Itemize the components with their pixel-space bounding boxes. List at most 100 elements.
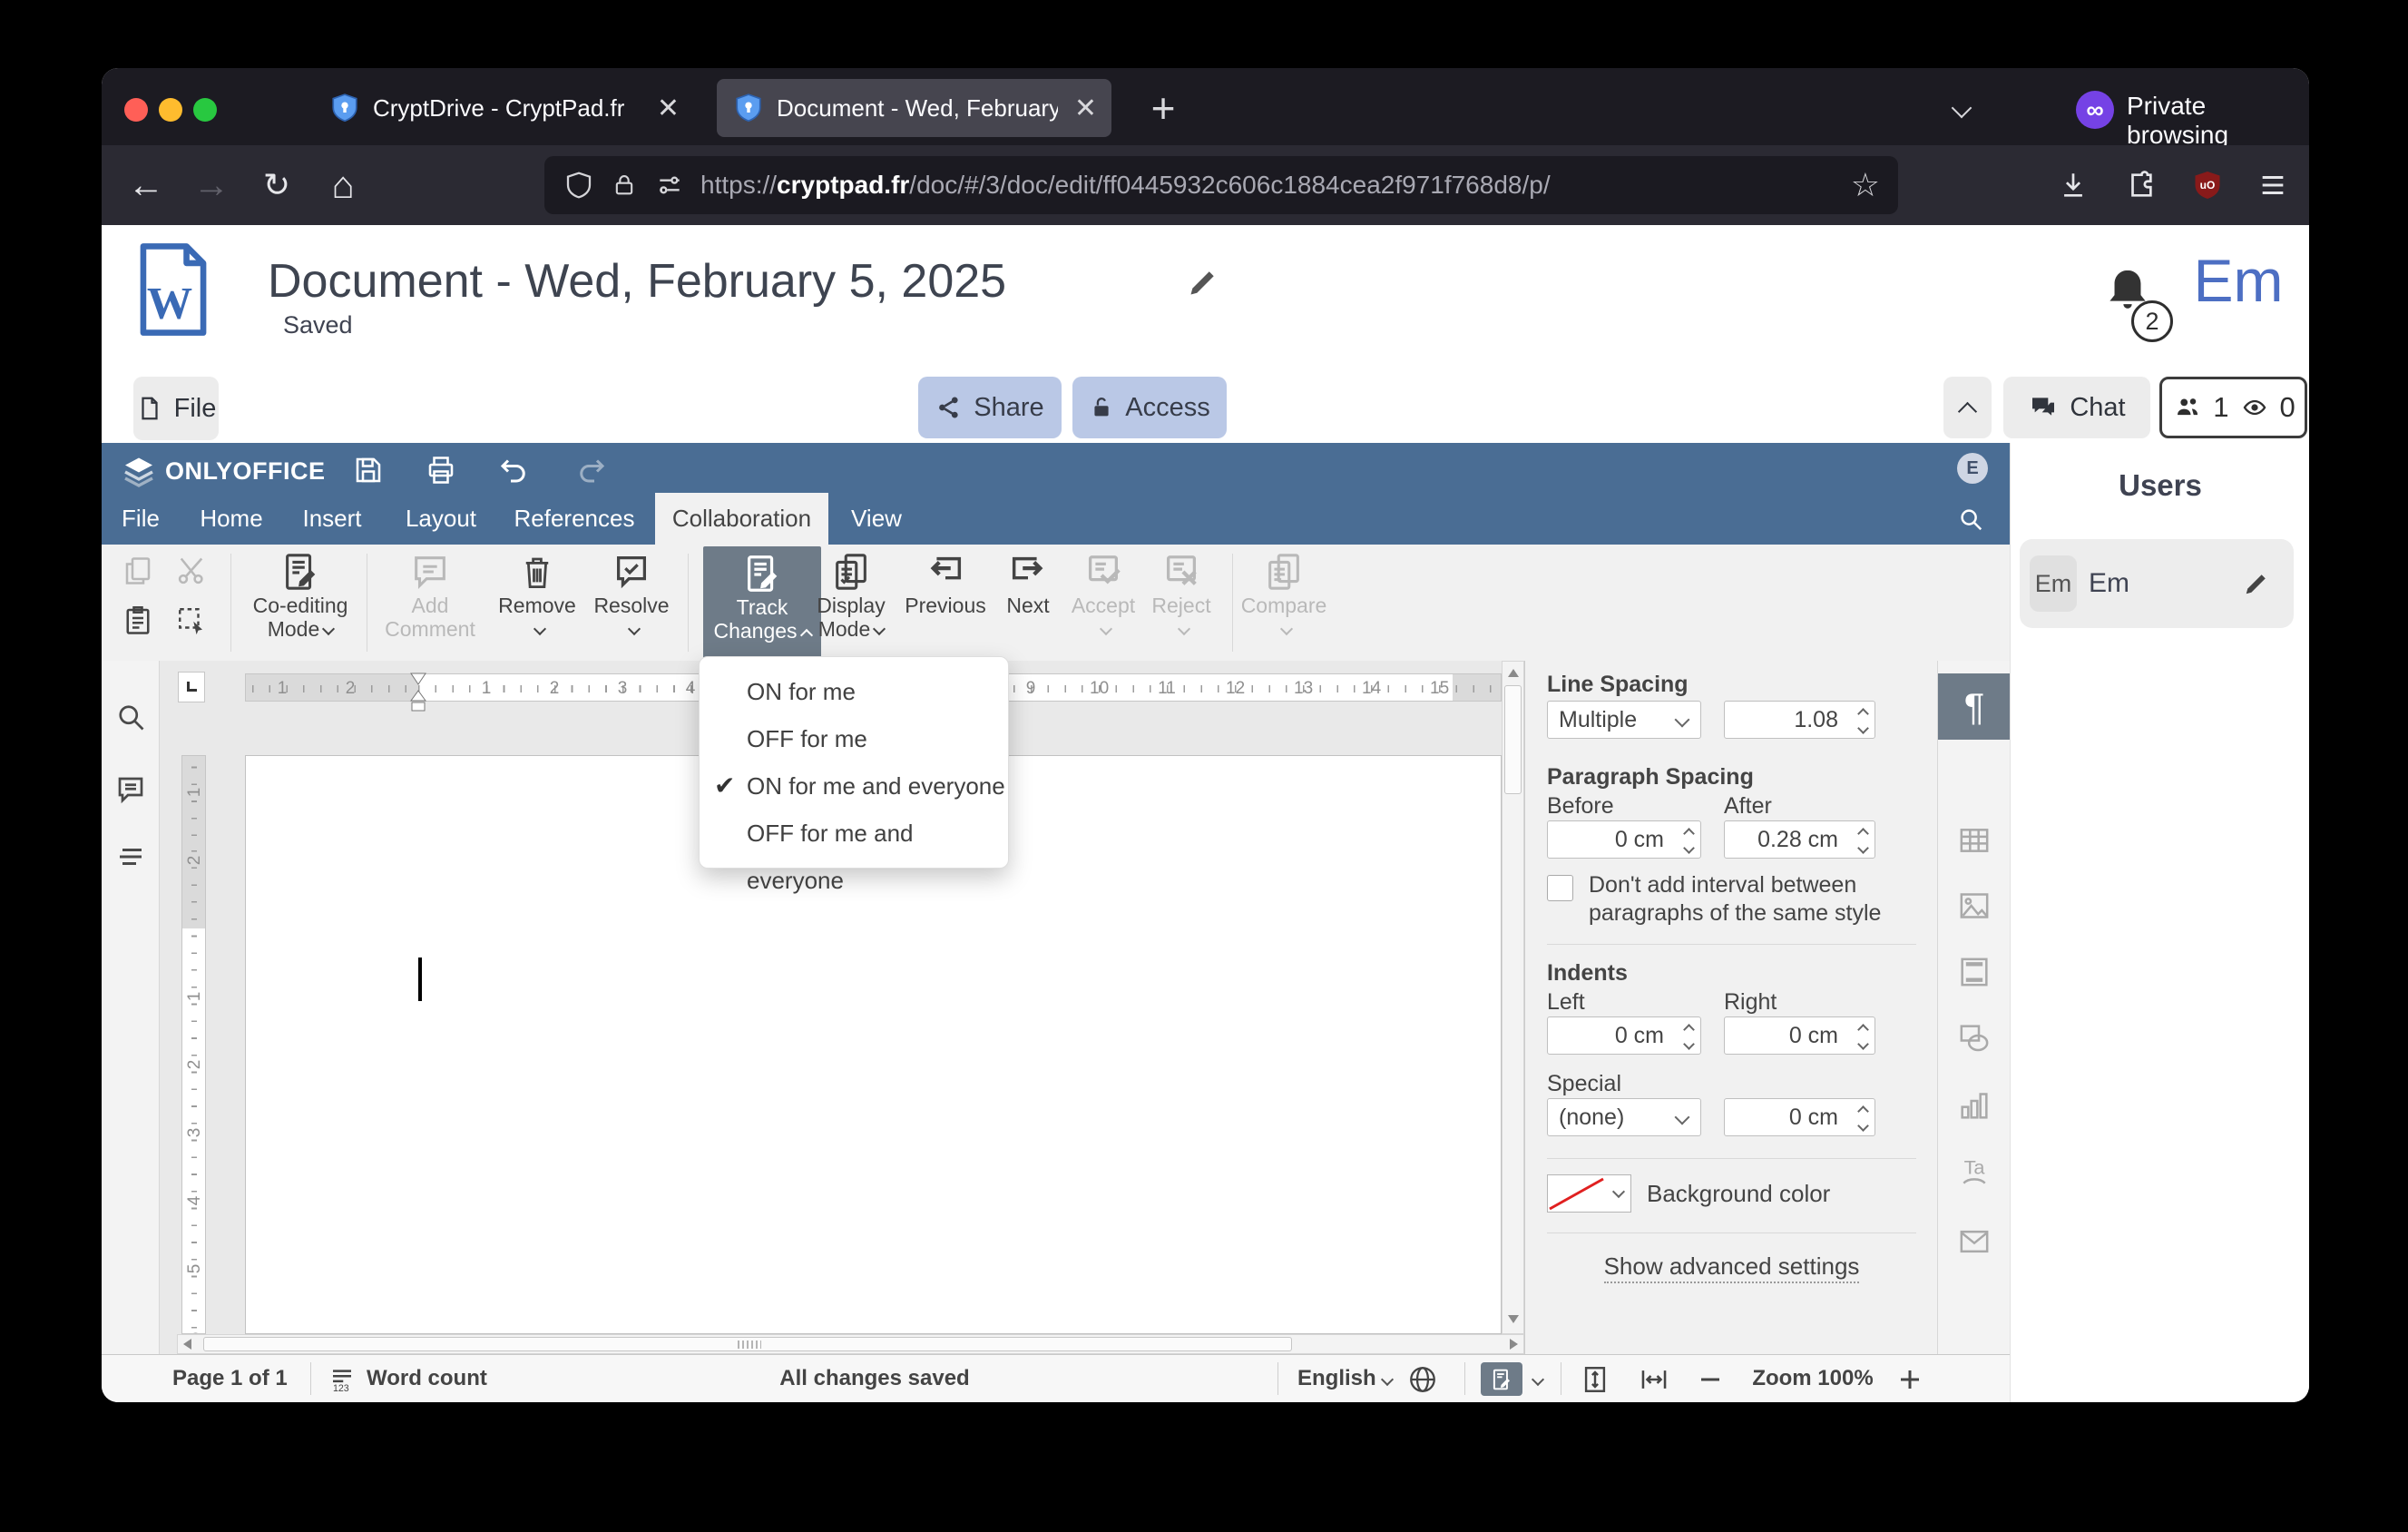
- spinner-arrows[interactable]: [1857, 702, 1869, 740]
- line-spacing-amount-input[interactable]: 1.08: [1724, 701, 1875, 739]
- fit-width-icon[interactable]: [1635, 1363, 1673, 1396]
- tab-close-icon[interactable]: ✕: [657, 93, 680, 124]
- indent-left-input[interactable]: 0 cm: [1547, 1016, 1701, 1055]
- url-bar[interactable]: https://cryptpad.fr/doc/#/3/doc/edit/ff0…: [544, 156, 1898, 214]
- paste-button[interactable]: [118, 600, 158, 642]
- menu-item-on-for-me-and-everyone[interactable]: ✔ ON for me and everyone: [700, 762, 1008, 810]
- new-tab-button[interactable]: +: [1136, 81, 1190, 135]
- coediting-mode-button[interactable]: Co-editing Mode: [246, 545, 355, 661]
- chevron-down-icon[interactable]: [1380, 1372, 1395, 1387]
- headers-footers-settings-icon[interactable]: [1956, 954, 1992, 990]
- spinner-arrows[interactable]: [1857, 821, 1869, 859]
- background-color-swatch[interactable]: [1547, 1174, 1607, 1213]
- search-menu-icon[interactable]: [1953, 499, 1989, 539]
- participants-indicator[interactable]: 1 0: [2159, 377, 2307, 438]
- background-color-dropdown[interactable]: [1606, 1174, 1631, 1213]
- spacing-after-input[interactable]: 0.28 cm: [1724, 820, 1875, 859]
- v-ruler[interactable]: 2 1 1 2 3 4 5 6: [181, 755, 206, 1334]
- scroll-up-arrow-icon[interactable]: [1508, 669, 1519, 677]
- account-button[interactable]: Em: [2179, 246, 2297, 315]
- table-settings-icon[interactable]: [1956, 822, 1992, 859]
- access-button[interactable]: Access: [1072, 377, 1227, 438]
- extensions-puzzle-icon[interactable]: [2118, 145, 2163, 225]
- interval-checkbox-label[interactable]: Don't add interval between paragraphs of…: [1589, 871, 1888, 928]
- menu-references[interactable]: References: [501, 493, 648, 545]
- language-selector[interactable]: English: [1297, 1355, 1376, 1402]
- reload-button[interactable]: ↻: [254, 145, 299, 225]
- special-amount-input[interactable]: 0 cm: [1724, 1098, 1875, 1136]
- downloads-icon[interactable]: [2051, 145, 2096, 225]
- zoom-out-minus-icon[interactable]: [1695, 1364, 1726, 1395]
- spellcheck-globe-icon[interactable]: [1406, 1363, 1439, 1396]
- resolve-button[interactable]: Resolve: [577, 545, 686, 661]
- interval-checkbox[interactable]: [1547, 875, 1573, 901]
- special-select[interactable]: (none): [1547, 1098, 1701, 1136]
- menu-insert[interactable]: Insert: [290, 493, 374, 545]
- back-button[interactable]: ←: [123, 145, 169, 225]
- menu-item-on-for-me[interactable]: ON for me: [700, 668, 1008, 715]
- permissions-icon[interactable]: [655, 171, 684, 200]
- spinner-arrows[interactable]: [1857, 1017, 1869, 1056]
- paragraph-settings-icon-active[interactable]: ¶: [1938, 673, 2011, 740]
- find-search-icon[interactable]: [113, 699, 149, 735]
- add-comment-button[interactable]: Add Comment: [376, 545, 485, 661]
- menu-collaboration-active[interactable]: Collaboration: [655, 493, 828, 545]
- list-all-tabs-chevron-icon[interactable]: [1951, 97, 1972, 119]
- remove-button[interactable]: Remove: [483, 545, 592, 661]
- menu-layout[interactable]: Layout: [392, 493, 490, 545]
- copy-button[interactable]: [118, 550, 158, 592]
- word-count-icon[interactable]: 123: [327, 1364, 357, 1395]
- menu-home[interactable]: Home: [189, 493, 274, 545]
- url-text[interactable]: https://cryptpad.fr/doc/#/3/doc/edit/ff0…: [700, 171, 1833, 200]
- print-button[interactable]: [421, 450, 461, 490]
- chat-button[interactable]: Chat: [2003, 377, 2150, 438]
- horizontal-scrollbar-thumb[interactable]: [203, 1337, 1292, 1351]
- connection-lock-icon[interactable]: [612, 171, 637, 200]
- compare-button[interactable]: Compare: [1229, 545, 1338, 661]
- spinner-arrows[interactable]: [1683, 1017, 1695, 1056]
- scroll-down-arrow-icon[interactable]: [1508, 1315, 1519, 1323]
- menu-view[interactable]: View: [838, 493, 915, 545]
- home-button[interactable]: ⌂: [319, 145, 367, 225]
- fit-page-icon[interactable]: [1579, 1363, 1611, 1396]
- scroll-left-arrow-icon[interactable]: [183, 1339, 191, 1350]
- horizontal-scrollbar[interactable]: [177, 1334, 1524, 1354]
- file-menu-button[interactable]: File: [133, 377, 219, 440]
- menu-hamburger-icon[interactable]: [2250, 145, 2295, 225]
- redo-button[interactable]: [572, 450, 612, 490]
- menu-item-off-for-me-and-everyone[interactable]: OFF for me and everyone: [700, 810, 1008, 894]
- share-button[interactable]: Share: [918, 377, 1062, 438]
- indent-markers[interactable]: [410, 673, 426, 716]
- undo-button[interactable]: [494, 450, 533, 490]
- cut-button[interactable]: [171, 550, 211, 592]
- save-button[interactable]: [348, 450, 388, 490]
- edit-title-pencil-icon[interactable]: [1187, 266, 1219, 299]
- display-mode-button[interactable]: Display Mode: [797, 545, 905, 661]
- edit-user-pencil-icon[interactable]: [2243, 570, 2270, 597]
- show-advanced-settings-link[interactable]: Show advanced settings: [1603, 1252, 1860, 1283]
- menu-file[interactable]: File: [111, 493, 171, 545]
- image-settings-icon[interactable]: [1956, 888, 1992, 924]
- chart-settings-icon[interactable]: [1956, 1087, 1992, 1124]
- tab-stop-selector[interactable]: [178, 672, 205, 702]
- spinner-arrows[interactable]: [1857, 1099, 1869, 1137]
- window-close-button[interactable]: [124, 98, 148, 122]
- shape-settings-icon[interactable]: [1956, 1020, 1992, 1056]
- ublock-origin-icon[interactable]: uO: [2185, 145, 2230, 225]
- word-count-label[interactable]: Word count: [367, 1355, 487, 1402]
- mail-merge-settings-icon[interactable]: [1956, 1223, 1992, 1260]
- document-title[interactable]: Document - Wed, February 5, 2025: [268, 254, 1006, 309]
- spacing-before-input[interactable]: 0 cm: [1547, 820, 1701, 859]
- menu-item-off-for-me[interactable]: OFF for me: [700, 715, 1008, 762]
- bookmark-star-icon[interactable]: ☆: [1851, 166, 1880, 204]
- tracking-protection-shield-icon[interactable]: [564, 170, 593, 201]
- navigation-headings-icon[interactable]: [113, 839, 149, 875]
- vertical-scrollbar-thumb[interactable]: [1504, 685, 1522, 794]
- reject-change-button[interactable]: Reject: [1127, 545, 1236, 661]
- scroll-right-arrow-icon[interactable]: [1510, 1339, 1518, 1350]
- zoom-in-plus-icon[interactable]: [1894, 1364, 1925, 1395]
- line-spacing-select[interactable]: Multiple: [1547, 701, 1701, 739]
- text-art-settings-icon[interactable]: Ta: [1956, 1154, 1992, 1191]
- window-zoom-button[interactable]: [193, 98, 217, 122]
- chevron-down-icon[interactable]: [1531, 1372, 1545, 1387]
